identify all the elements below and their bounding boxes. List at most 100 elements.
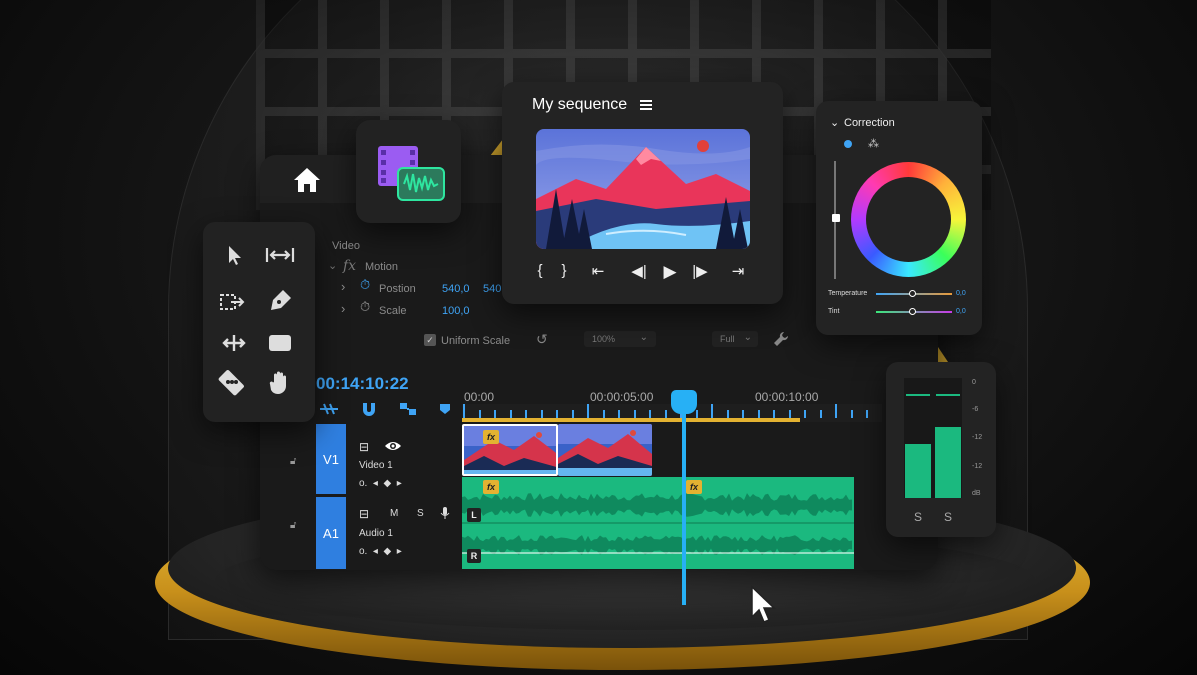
ruler-tick — [726, 410, 729, 418]
motion-label: Motion — [365, 261, 399, 273]
landscape-image — [536, 129, 750, 249]
media-clip-icon — [378, 146, 445, 201]
pen-icon[interactable] — [265, 286, 295, 316]
luma-slider-thumb[interactable] — [832, 214, 840, 222]
ruler-tick — [757, 410, 760, 418]
track-select-icon[interactable] — [218, 288, 248, 318]
razor-icon[interactable] — [217, 367, 247, 397]
menu-icon[interactable] — [640, 98, 652, 116]
ruler-tick — [571, 410, 574, 418]
ruler-tick — [618, 410, 620, 418]
uniform-scale-checkbox[interactable]: ✓ — [424, 334, 436, 346]
toggle-sync-icon[interactable]: ⊟ — [359, 507, 369, 521]
solo-left-button[interactable]: S — [914, 510, 922, 524]
db-tick: -6 — [972, 406, 979, 413]
playhead-line[interactable] — [682, 400, 686, 605]
stage: Video ⌄ fx Motion › ⏱ Postion 540,0 540,… — [0, 0, 1197, 675]
step-back-button[interactable]: ◀| — [629, 262, 649, 280]
lock-icon[interactable]: 🔓︎ — [290, 456, 300, 467]
db-tick: dB — [972, 490, 981, 497]
mark-in-button[interactable]: { — [530, 262, 550, 280]
home-button[interactable] — [262, 158, 350, 206]
temperature-thumb[interactable] — [909, 290, 916, 297]
scale-value[interactable]: 100,0 — [442, 305, 470, 317]
program-preview[interactable] — [536, 129, 750, 249]
ruler-tick — [819, 410, 822, 418]
fx-badge[interactable]: fx — [483, 430, 499, 444]
linked-selection-icon[interactable] — [398, 400, 418, 418]
work-area-bar[interactable] — [462, 418, 800, 422]
go-to-out-button[interactable]: ⇥ — [728, 262, 748, 280]
slip-icon[interactable] — [219, 328, 249, 358]
ruler-tick — [866, 410, 868, 418]
position-expand-chevron[interactable]: › — [341, 279, 345, 294]
eye-icon[interactable] — [384, 439, 402, 458]
ruler-tick — [478, 410, 481, 418]
ruler-tick — [556, 410, 558, 418]
sequence-monitor: My sequence { } ⇤ ◀| ▶ |▶ ⇥ — [502, 82, 783, 304]
hand-icon[interactable] — [265, 368, 295, 398]
solo-right-button[interactable]: S — [944, 510, 952, 524]
ruler-tick — [804, 410, 806, 418]
color-wheel[interactable] — [851, 162, 966, 277]
ruler-tick — [835, 404, 837, 418]
fx-badge[interactable]: fx — [483, 480, 499, 494]
media-tile[interactable] — [356, 120, 461, 223]
ruler-tick — [664, 410, 667, 418]
single-wheel-option[interactable] — [844, 140, 852, 148]
play-button[interactable]: ▶ — [660, 262, 680, 281]
keyframe-nav[interactable]: o. ◂ ◆ ▸ — [359, 478, 402, 489]
keyframe-nav[interactable]: o. ◂ ◆ ▸ — [359, 546, 402, 557]
step-forward-button[interactable]: |▶ — [690, 262, 710, 280]
fx-icon: fx — [343, 258, 357, 274]
position-x-value[interactable]: 540,0 — [442, 283, 470, 295]
scale-expand-chevron[interactable]: › — [341, 301, 345, 316]
timecode[interactable]: 00:14:10:22 — [316, 374, 409, 394]
rectangle-icon[interactable] — [265, 328, 295, 358]
scale-stopwatch-icon[interactable]: ⏱ — [360, 299, 370, 315]
temperature-value[interactable]: 0,0 — [956, 290, 966, 297]
motion-collapse-chevron[interactable]: ⌄ — [328, 259, 337, 272]
db-tick: 0 — [972, 379, 976, 386]
playhead[interactable] — [671, 390, 697, 414]
ripple-icon[interactable] — [318, 400, 340, 418]
tint-value[interactable]: 0,0 — [956, 308, 966, 315]
go-to-in-button[interactable]: ⇤ — [588, 262, 608, 280]
toggle-sync-icon[interactable]: ⊟ — [359, 440, 369, 454]
video-clip[interactable] — [558, 424, 652, 476]
snap-icon[interactable] — [360, 400, 378, 418]
ruler-time-5s: 00:00:05:00 — [590, 390, 654, 404]
mark-out-button[interactable]: } — [554, 262, 574, 280]
ruler-tick — [633, 410, 636, 418]
ripple-edit-icon[interactable] — [263, 240, 297, 270]
quality-dropdown[interactable]: Full ⌄ — [712, 331, 758, 347]
fx-badge[interactable]: fx — [686, 480, 702, 494]
track-v1-target[interactable]: V1 — [316, 424, 346, 494]
zoom-dropdown[interactable]: 100% ⌄ — [584, 331, 656, 347]
video-clip[interactable] — [462, 424, 558, 476]
solo-button[interactable]: S — [417, 508, 424, 519]
position-stopwatch-icon[interactable]: ⏱ — [360, 277, 370, 293]
ruler-time-10s: 00:00:10:00 — [755, 390, 819, 404]
selection-arrow-icon[interactable] — [220, 240, 250, 270]
three-wheel-option[interactable]: ⁂ — [868, 137, 879, 150]
marker-icon[interactable] — [438, 402, 452, 416]
mic-icon[interactable] — [440, 506, 450, 525]
audio-clip[interactable] — [462, 477, 854, 569]
channel-right: R — [467, 549, 481, 563]
ruler-tick — [773, 410, 775, 418]
ruler-tick — [463, 404, 465, 418]
wrench-icon[interactable] — [772, 330, 790, 348]
reset-icon[interactable]: ↺ — [536, 331, 548, 348]
collapse-chevron-icon[interactable]: ⌄ — [830, 116, 839, 129]
home-icon — [294, 168, 320, 192]
ruler-tick — [788, 410, 791, 418]
lock-icon[interactable]: 🔓︎ — [290, 520, 300, 531]
ruler-time-0: 00:00 — [464, 390, 495, 404]
tint-thumb[interactable] — [909, 308, 916, 315]
tools-panel — [203, 222, 315, 422]
ruler-tick — [540, 410, 543, 418]
mute-button[interactable]: M — [390, 508, 398, 519]
track-a1-target[interactable]: A1 — [316, 497, 346, 569]
audio-meter-panel: 0 -6 -12 -12 dB S S — [886, 362, 996, 537]
